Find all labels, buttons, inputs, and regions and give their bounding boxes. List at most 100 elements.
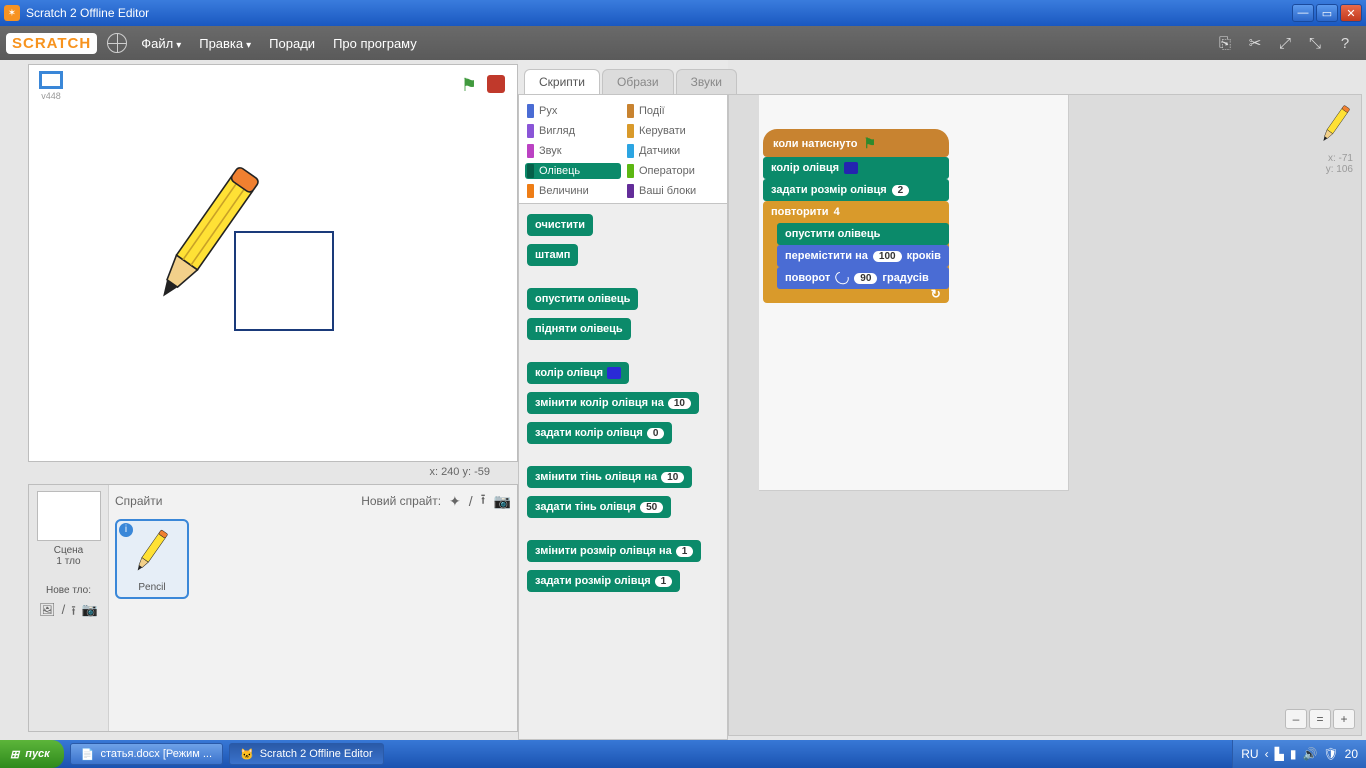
task-word-doc[interactable]: 📄статья.docx [Режим ... [70, 743, 223, 765]
category-panel: Рух Події Вигляд Керувати Звук Датчики О… [518, 94, 728, 204]
zoom-in-button[interactable]: + [1333, 709, 1355, 729]
cat-data[interactable]: Величини [525, 183, 621, 199]
stage-version: v448 [41, 91, 61, 101]
task-scratch[interactable]: 🐱Scratch 2 Offline Editor [229, 743, 384, 765]
stage-canvas[interactable] [34, 101, 512, 453]
block-set-shade-to[interactable]: задати тінь олівця50 [527, 496, 671, 518]
scr-pen-down[interactable]: опустити олівець [777, 223, 949, 245]
duplicate-icon[interactable]: ⎘ [1214, 32, 1236, 54]
tabs: Скрипти Образи Звуки [518, 64, 728, 94]
block-pen-down[interactable]: опустити олівець [527, 288, 638, 310]
scratch-logo: SCRATCH [6, 33, 97, 54]
scene-bg-count: 1 тло [33, 556, 104, 567]
maximize-button[interactable]: ▭ [1316, 4, 1338, 22]
script-area[interactable]: x: -71y: 106 коли натиснуто⚑ колір олівц… [728, 94, 1362, 736]
close-button[interactable]: ✕ [1340, 4, 1362, 22]
menubar: SCRATCH Файл Правка Поради Про програму … [0, 26, 1366, 60]
language-icon[interactable] [107, 33, 127, 53]
block-stamp[interactable]: штамп [527, 244, 578, 266]
tray-signal-icon[interactable]: ▮ [1290, 747, 1297, 761]
scr-repeat[interactable]: повторити4 опустити олівець перемістити … [763, 201, 949, 303]
sprite-camera-icon[interactable]: 📷 [494, 493, 511, 510]
scratch-icon: 🐱 [240, 748, 254, 761]
zoom-out-button[interactable]: – [1285, 709, 1307, 729]
hat-when-flag-clicked[interactable]: коли натиснуто⚑ [763, 129, 949, 157]
menu-edit[interactable]: Правка [199, 36, 251, 51]
help-icon[interactable]: ? [1334, 32, 1356, 54]
scr-move[interactable]: перемістити на100кроків [777, 245, 949, 267]
block-clear[interactable]: очистити [527, 214, 593, 236]
tray-network-icon[interactable]: ▙ [1275, 747, 1284, 761]
cat-control[interactable]: Керувати [625, 123, 721, 139]
grow-icon[interactable]: ⤢ [1274, 32, 1296, 54]
start-button[interactable]: ⊞ пуск [0, 740, 64, 768]
block-change-shade-by[interactable]: змінити тінь олівця на10 [527, 466, 692, 488]
backdrop-upload-icon[interactable]: ⭱ [71, 602, 76, 624]
menu-file[interactable]: Файл [141, 36, 181, 51]
block-pen-up[interactable]: підняти олівець [527, 318, 631, 340]
sprite-pane: Спрайти Новий спрайт: ✦ / ⭱ 📷 i [109, 485, 517, 731]
left-column: v448 ⚑ x: 240 y: -59 [0, 60, 518, 740]
cat-sensing[interactable]: Датчики [625, 143, 721, 159]
window-title: Scratch 2 Offline Editor [26, 6, 149, 20]
tab-scripts[interactable]: Скрипти [524, 69, 600, 94]
block-set-color-to[interactable]: задати колір олівця0 [527, 422, 672, 444]
taskbar: ⊞ пуск 📄статья.docx [Режим ... 🐱Scratch … [0, 740, 1366, 768]
sprite-indicator-icon [1321, 101, 1351, 145]
word-icon: 📄 [81, 748, 95, 761]
menu-about[interactable]: Про програму [333, 36, 417, 51]
script-stack[interactable]: коли натиснуто⚑ колір олівця задати розм… [763, 129, 949, 303]
backdrop-paint-icon[interactable]: / [62, 602, 66, 624]
scr-turn[interactable]: поворот90градусів [777, 267, 949, 289]
sprites-title: Спрайти [115, 494, 361, 508]
fullscreen-button[interactable]: v448 [39, 71, 63, 101]
stop-button[interactable] [487, 75, 505, 93]
cat-pen[interactable]: Олівець [525, 163, 621, 179]
sprite-item-pencil[interactable]: i Pencil [115, 519, 189, 599]
tab-sounds[interactable]: Звуки [676, 69, 737, 94]
block-change-color-by[interactable]: змінити колір олівця на10 [527, 392, 699, 414]
sprite-info-icon[interactable]: i [119, 523, 133, 537]
tray-shield-icon[interactable]: 🛡 [1323, 747, 1338, 761]
zoom-controls: – = + [1285, 709, 1355, 729]
cat-sound[interactable]: Звук [525, 143, 621, 159]
zoom-reset-button[interactable]: = [1309, 709, 1331, 729]
cat-events[interactable]: Події [625, 103, 721, 119]
sprites-area: Сцена 1 тло Нове тло: 🖼 / ⭱ 📷 Спрайти Но… [28, 484, 518, 732]
block-change-size-by[interactable]: змінити розмір олівця на1 [527, 540, 701, 562]
sprite-paint-icon[interactable]: / [469, 493, 473, 509]
backdrop-camera-icon[interactable]: 📷 [82, 602, 98, 624]
pencil-sprite[interactable] [154, 151, 264, 311]
fullscreen-icon [39, 71, 63, 89]
rotate-cw-icon [833, 269, 851, 286]
minimize-button[interactable]: — [1292, 4, 1314, 22]
delete-icon[interactable]: ✂ [1244, 32, 1266, 54]
menu-tips[interactable]: Поради [269, 36, 315, 51]
cat-motion[interactable]: Рух [525, 103, 621, 119]
scr-pen-color[interactable]: колір олівця [763, 157, 949, 179]
language-indicator[interactable]: RU [1241, 747, 1258, 761]
stage-mouse-readout: x: 240 y: -59 [0, 466, 490, 478]
tray-volume-icon[interactable]: 🔊 [1302, 747, 1317, 761]
cat-operators[interactable]: Оператори [625, 163, 721, 179]
scr-set-size[interactable]: задати розмір олівця2 [763, 179, 949, 201]
color-arg[interactable] [607, 367, 621, 379]
green-flag-button[interactable]: ⚑ [461, 75, 477, 96]
sprite-library-icon[interactable]: ✦ [449, 493, 461, 510]
block-set-size-to[interactable]: задати розмір олівця1 [527, 570, 680, 592]
block-pen-color[interactable]: колір олівця [527, 362, 629, 384]
pencil-icon [132, 525, 172, 575]
new-sprite-label: Новий спрайт: [361, 494, 441, 508]
backdrop-library-icon[interactable]: 🖼 [39, 602, 56, 624]
tray-chevron-icon[interactable]: ‹ [1265, 747, 1269, 761]
cat-looks[interactable]: Вигляд [525, 123, 621, 139]
scene-label: Сцена [33, 545, 104, 556]
windows-logo-icon: ⊞ [10, 748, 19, 761]
script-coords: x: -71y: 106 [1326, 153, 1353, 175]
shrink-icon[interactable]: ⤡ [1304, 32, 1326, 54]
stage-thumbnail[interactable] [37, 491, 101, 541]
sprite-upload-icon[interactable]: ⭱ [481, 489, 486, 513]
tab-costumes[interactable]: Образи [602, 69, 674, 94]
tray-clock[interactable]: 20 [1345, 747, 1358, 761]
cat-more[interactable]: Ваші блоки [625, 183, 721, 199]
